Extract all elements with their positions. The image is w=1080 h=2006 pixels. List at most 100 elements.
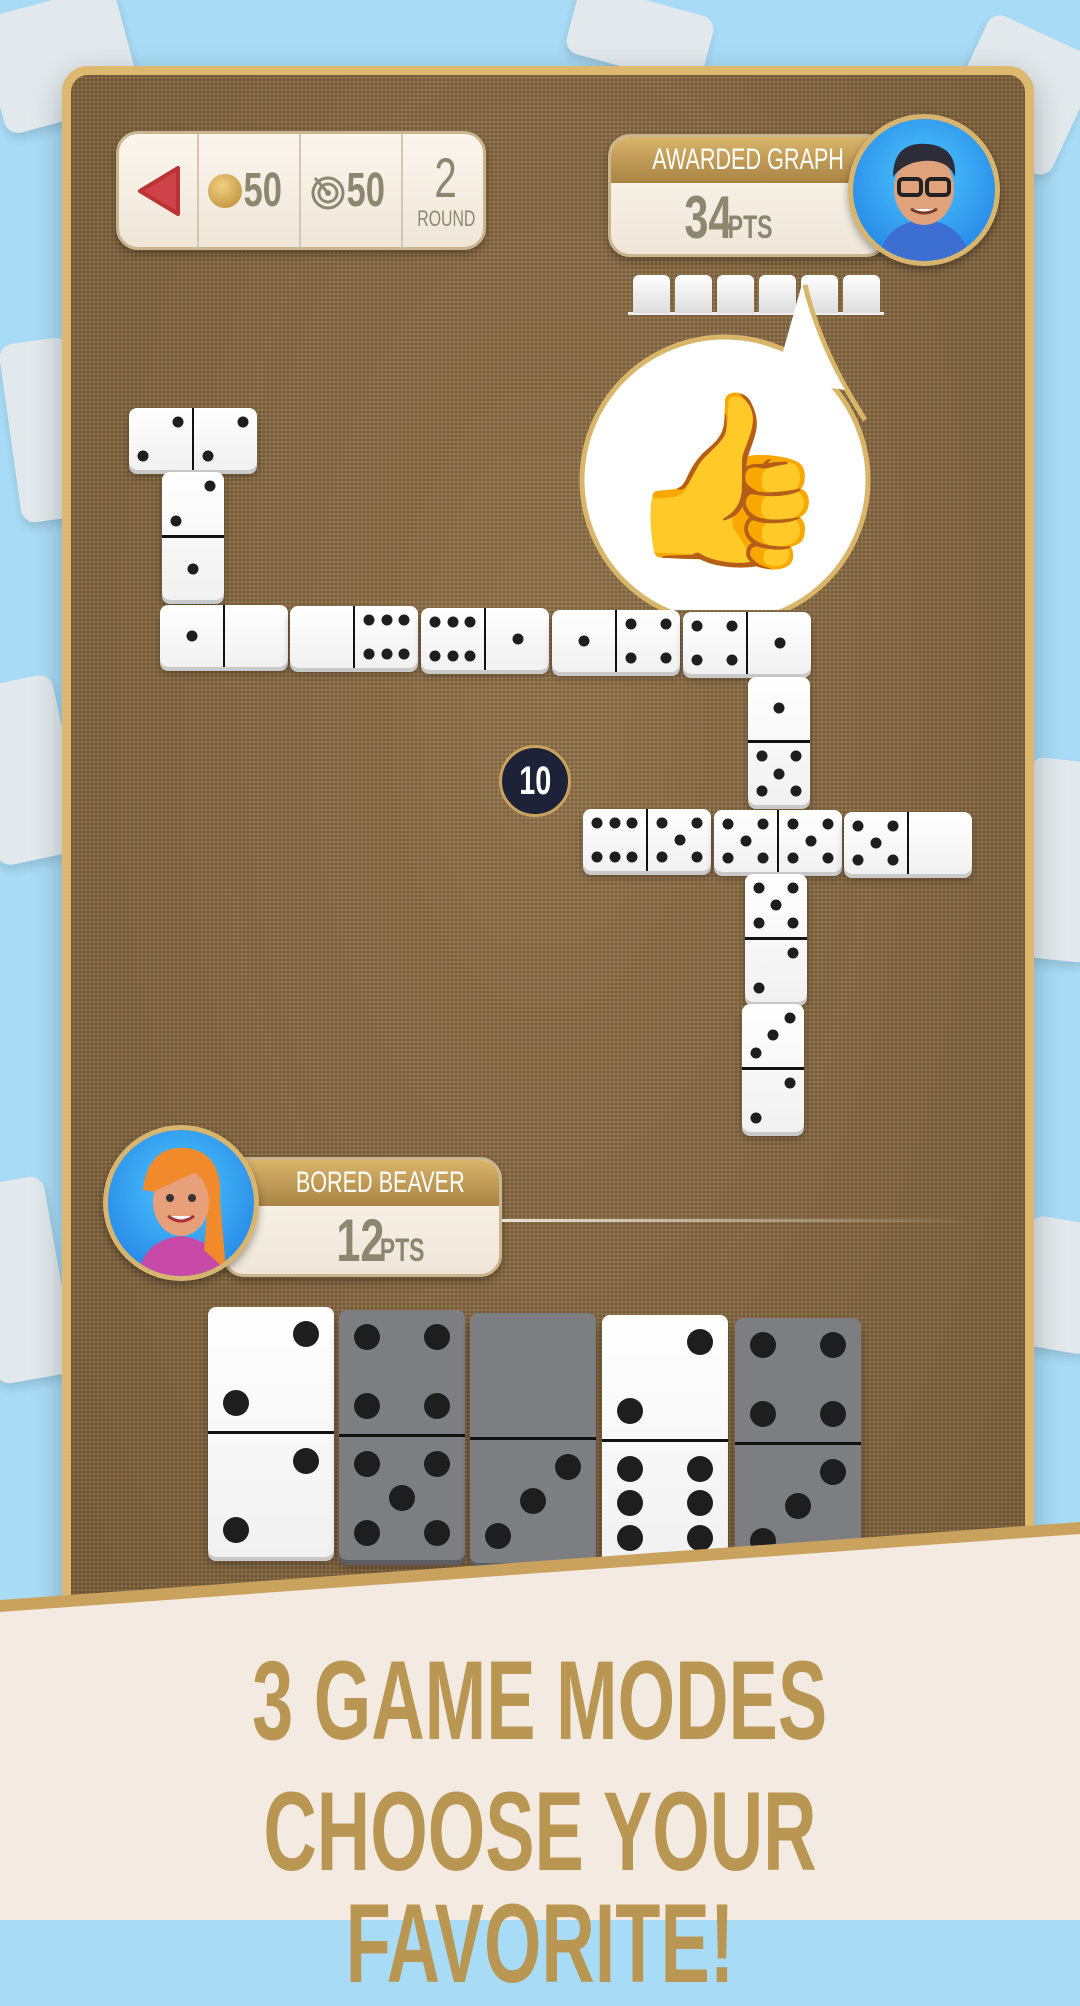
domino-half-1 bbox=[552, 610, 615, 672]
pip bbox=[353, 1393, 380, 1420]
domino-half-3 bbox=[735, 1441, 861, 1569]
pip bbox=[750, 1047, 762, 1059]
player-avatar[interactable] bbox=[103, 1125, 259, 1281]
pip bbox=[186, 630, 197, 642]
domino-half-2 bbox=[745, 936, 807, 1003]
pip bbox=[591, 817, 603, 829]
domino-half-0 bbox=[223, 605, 288, 667]
pip bbox=[609, 817, 620, 829]
pip bbox=[820, 1401, 847, 1428]
pip bbox=[626, 851, 638, 863]
pip bbox=[753, 882, 765, 894]
hand-domino-playable[interactable] bbox=[208, 1307, 334, 1557]
pip bbox=[137, 450, 149, 462]
domino-half-6 bbox=[583, 809, 646, 871]
board-domino bbox=[129, 408, 257, 470]
pip bbox=[429, 616, 441, 628]
pip bbox=[774, 637, 785, 649]
domino-half-3 bbox=[742, 1004, 804, 1067]
target-icon bbox=[311, 176, 345, 209]
opponent-score: 34PTS bbox=[611, 183, 885, 254]
pip bbox=[353, 1519, 380, 1546]
pip bbox=[820, 1458, 847, 1485]
pip bbox=[787, 917, 799, 929]
domino-half-2 bbox=[742, 1066, 804, 1133]
pip bbox=[887, 820, 899, 832]
pip bbox=[398, 614, 410, 626]
pip bbox=[753, 917, 765, 929]
opponent-name: AWARDED GRAPH bbox=[652, 143, 844, 176]
pip bbox=[447, 616, 458, 628]
pip bbox=[756, 785, 768, 797]
pip bbox=[520, 1488, 546, 1515]
pip bbox=[790, 750, 802, 762]
board-domino bbox=[583, 809, 711, 871]
round-label: ROUND bbox=[416, 205, 476, 231]
domino-half-1 bbox=[748, 677, 810, 740]
pip bbox=[381, 648, 392, 660]
pip bbox=[822, 852, 834, 864]
domino-half-2 bbox=[208, 1307, 334, 1431]
banner-line-2-text: CHOOSE YOUR FAVORITE! bbox=[263, 1769, 817, 2006]
player-name-band: BORED BEAVER bbox=[225, 1160, 499, 1206]
banner-line-1-text: 3 GAME MODES bbox=[252, 1638, 828, 1763]
pip bbox=[616, 1455, 643, 1482]
pip bbox=[757, 852, 769, 864]
pip bbox=[767, 1029, 779, 1041]
pip bbox=[660, 652, 672, 664]
pip bbox=[787, 882, 799, 894]
pip bbox=[625, 618, 637, 630]
man-avatar-icon bbox=[878, 143, 970, 261]
pip bbox=[424, 1393, 451, 1420]
board-score-value: 10 bbox=[518, 759, 552, 803]
opponent-pts-label: PTS bbox=[727, 209, 773, 245]
pip bbox=[852, 854, 864, 866]
pip bbox=[726, 620, 738, 632]
pip bbox=[447, 650, 458, 662]
domino-half-5 bbox=[646, 809, 711, 871]
pip bbox=[822, 818, 834, 830]
banner-line-2: CHOOSE YOUR FAVORITE! bbox=[0, 1776, 1080, 2000]
pip bbox=[616, 1524, 643, 1551]
coins-stat: 50 bbox=[199, 134, 301, 247]
pip bbox=[687, 1490, 714, 1517]
pip bbox=[820, 1332, 847, 1359]
pip bbox=[222, 1390, 249, 1417]
domino-half-5 bbox=[339, 1433, 465, 1561]
domino-half-4 bbox=[683, 612, 746, 674]
pip bbox=[756, 750, 768, 762]
pip bbox=[591, 851, 603, 863]
pip bbox=[674, 834, 685, 846]
board-domino bbox=[745, 874, 807, 1002]
pip bbox=[790, 785, 802, 797]
pip bbox=[626, 817, 638, 829]
hand-domino-playable[interactable] bbox=[602, 1315, 728, 1565]
pip bbox=[464, 650, 476, 662]
board-domino bbox=[742, 1004, 804, 1132]
domino-half-1 bbox=[160, 605, 223, 667]
domino-half-5 bbox=[844, 812, 907, 874]
pip bbox=[237, 416, 249, 428]
target-value: 50 bbox=[346, 164, 386, 217]
board-domino bbox=[683, 612, 811, 674]
domino-half-6 bbox=[353, 606, 418, 668]
pip bbox=[784, 1012, 796, 1024]
pip bbox=[750, 1112, 762, 1124]
pip bbox=[687, 1455, 714, 1482]
pip bbox=[363, 648, 375, 660]
back-triangle-icon bbox=[138, 165, 180, 216]
pip bbox=[753, 982, 765, 994]
domino-half-6 bbox=[602, 1438, 728, 1566]
back-button[interactable] bbox=[119, 134, 199, 247]
domino-half-4 bbox=[735, 1318, 861, 1442]
pip bbox=[625, 652, 637, 664]
opponent-name-band: AWARDED GRAPH bbox=[611, 137, 885, 183]
domino-half-5 bbox=[714, 810, 777, 872]
pip bbox=[805, 835, 816, 847]
board-domino bbox=[844, 812, 972, 874]
pip bbox=[691, 654, 703, 666]
pip bbox=[687, 1329, 714, 1356]
coin-icon bbox=[208, 173, 243, 208]
pip bbox=[578, 635, 589, 647]
opponent-avatar[interactable] bbox=[848, 114, 1000, 266]
